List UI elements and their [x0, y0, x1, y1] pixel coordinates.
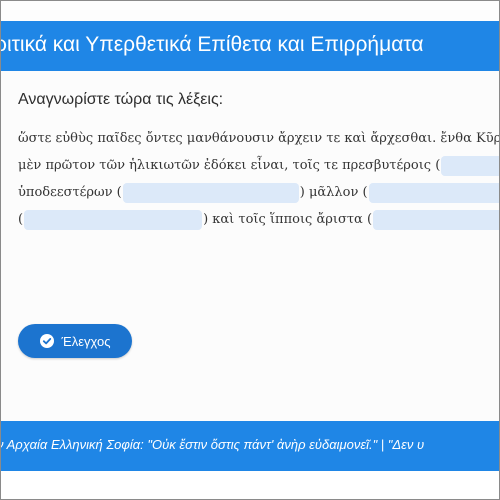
page-title: ριτικά και Υπερθετικά Επίθετα και Επιρρή… [1, 33, 424, 56]
footer-bar: ν Αρχαία Ελληνική Σοφία: "Οὐκ ἔστιν ὅστι… [1, 421, 499, 471]
passage-text: ὑποδεεστέρων ( [18, 185, 122, 200]
passage-line-2: μὲν πρῶτον τῶν ἡλικιωτῶν ἐδόκει εἶναι, τ… [18, 154, 499, 178]
passage-text: ) μᾶλλον ( [299, 185, 368, 200]
passage-line-4: ( ) καὶ τοῖς ἵπποις ἄριστα ( [18, 208, 499, 232]
answer-blank-3[interactable] [368, 182, 499, 203]
answer-blank-1[interactable] [441, 155, 499, 176]
check-circle-icon [39, 334, 54, 348]
check-button-label: Έλεγχος [61, 333, 111, 349]
exercise-instruction: Αναγνωρίστε τώρα τις λέξεις: [18, 91, 224, 108]
exercise-panel: Αναγνωρίστε τώρα τις λέξεις: ὥστε εὐθὺς … [1, 71, 500, 421]
app-frame: ριτικά και Υπερθετικά Επίθετα και Επιρρή… [0, 0, 500, 500]
passage-text: ὥστε εὐθὺς παῖδες ὄντες μανθάνουσιν ἄρχε… [18, 131, 500, 146]
passage-text: ( [18, 212, 24, 227]
page-bottom [1, 471, 499, 499]
answer-blank-2[interactable] [122, 182, 299, 203]
passage-line-3: ὑποδεεστέρων ( ) μᾶλλον ( [18, 181, 499, 205]
quote-ticker: ν Αρχαία Ελληνική Σοφία: "Οὐκ ἔστιν ὅστι… [1, 437, 425, 452]
check-button[interactable]: Έλεγχος [18, 324, 132, 358]
passage-text: ) καὶ τοῖς ἵπποις ἄριστα ( [203, 212, 373, 227]
title-bar: ριτικά και Υπερθετικά Επίθετα και Επιρρή… [1, 21, 499, 71]
answer-blank-5[interactable] [373, 209, 499, 230]
passage-text: μὲν πρῶτον τῶν ἡλικιωτῶν ἐδόκει εἶναι, τ… [18, 158, 441, 173]
answer-blank-4[interactable] [24, 209, 203, 230]
passage-line-1: ὥστε εὐθὺς παῖδες ὄντες μανθάνουσιν ἄρχε… [18, 127, 500, 151]
